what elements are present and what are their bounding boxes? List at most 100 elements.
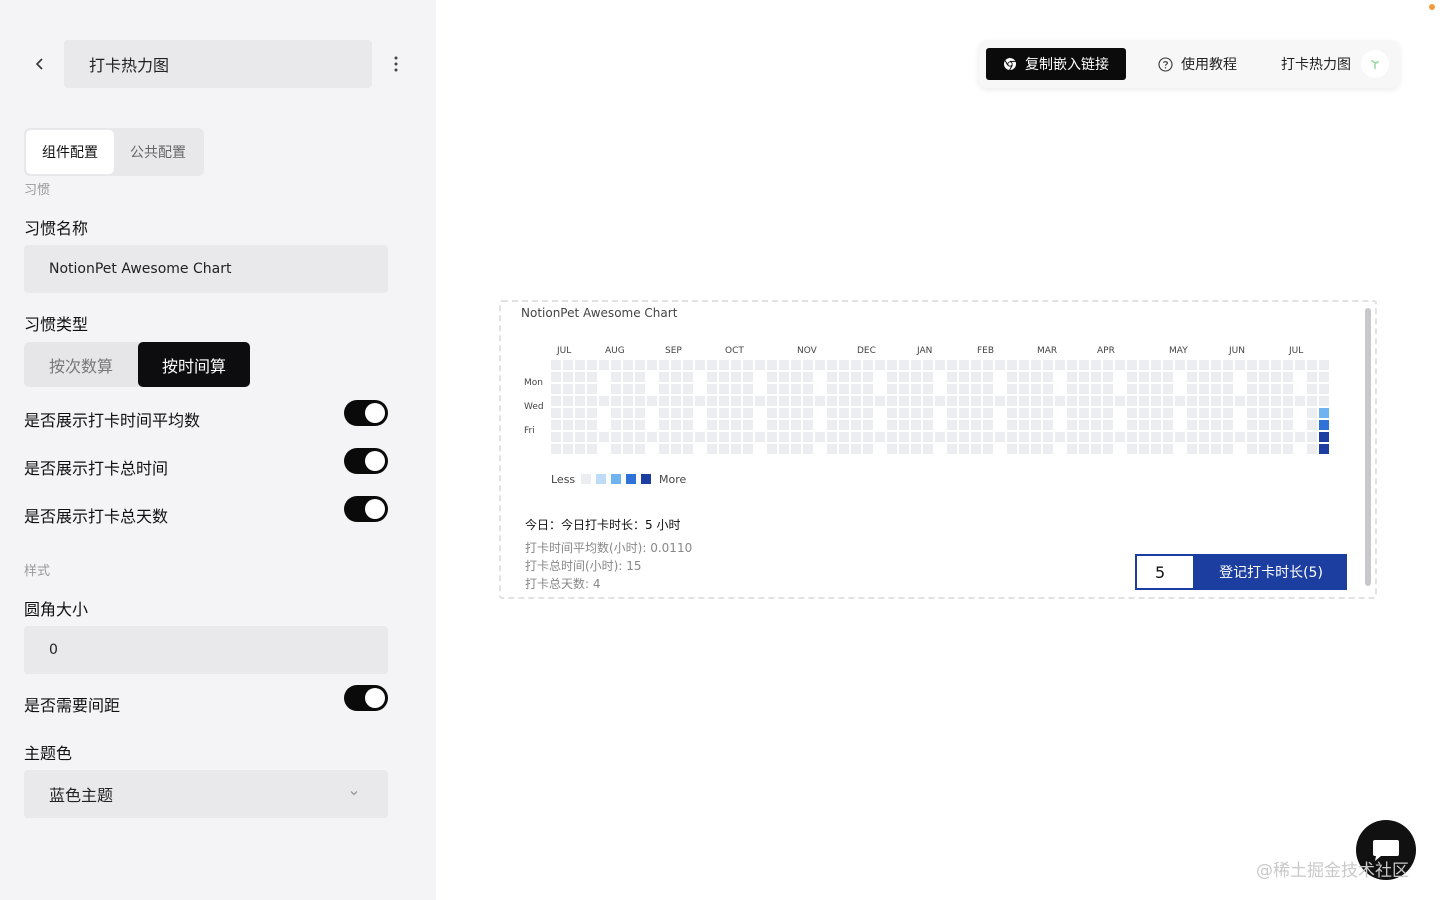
heatmap-cell[interactable] [947, 396, 957, 406]
heatmap-cell[interactable] [1019, 372, 1029, 382]
heatmap-cell[interactable] [719, 384, 729, 394]
heatmap-cell[interactable] [1103, 432, 1113, 442]
toggle-days-switch[interactable] [344, 496, 388, 522]
heatmap-cell[interactable] [863, 396, 873, 406]
heatmap-cell[interactable] [1031, 444, 1041, 454]
heatmap-cell[interactable] [611, 444, 621, 454]
heatmap-cell[interactable] [1103, 384, 1113, 394]
heatmap-cell[interactable] [1271, 360, 1281, 370]
heatmap-cell[interactable] [803, 432, 813, 442]
heatmap-cell[interactable] [791, 432, 801, 442]
heatmap-cell[interactable] [635, 396, 645, 406]
heatmap-cell[interactable] [767, 408, 777, 418]
heatmap-cell[interactable] [911, 384, 921, 394]
heatmap-cell[interactable] [1139, 360, 1149, 370]
heatmap-cell[interactable] [731, 420, 741, 430]
heatmap-cell[interactable] [815, 432, 825, 442]
heatmap-cell[interactable] [1091, 360, 1101, 370]
heatmap-cell[interactable] [1319, 372, 1329, 382]
heatmap-cell[interactable] [719, 444, 729, 454]
heatmap-cell[interactable] [1019, 396, 1029, 406]
heatmap-cell[interactable] [791, 360, 801, 370]
heatmap-cell[interactable] [719, 408, 729, 418]
heatmap-cell[interactable] [779, 420, 789, 430]
heatmap-cell[interactable] [623, 420, 633, 430]
heatmap-cell[interactable] [767, 432, 777, 442]
heatmap-cell[interactable] [899, 432, 909, 442]
toggle-avg-switch[interactable] [344, 400, 388, 426]
heatmap-cell[interactable] [947, 432, 957, 442]
heatmap-cell[interactable] [575, 444, 585, 454]
heatmap-cell[interactable] [1235, 432, 1245, 442]
heatmap-cell[interactable] [1007, 384, 1017, 394]
radius-input[interactable]: 0 [24, 626, 388, 674]
heatmap-cell[interactable] [1139, 372, 1149, 382]
heatmap-cell[interactable] [1151, 432, 1161, 442]
heatmap-cell[interactable] [563, 384, 573, 394]
heatmap-cell[interactable] [803, 396, 813, 406]
heatmap-cell[interactable] [1151, 420, 1161, 430]
heatmap-cell[interactable] [731, 408, 741, 418]
heatmap-cell[interactable] [995, 432, 1005, 442]
heatmap-cell[interactable] [1235, 360, 1245, 370]
heatmap-cell[interactable] [671, 444, 681, 454]
heatmap-cell[interactable] [551, 396, 561, 406]
heatmap-cell[interactable] [1319, 432, 1329, 442]
heatmap-cell[interactable] [1199, 384, 1209, 394]
heatmap-cell[interactable] [1163, 432, 1173, 442]
heatmap-cell[interactable] [1163, 420, 1173, 430]
heatmap-cell[interactable] [719, 432, 729, 442]
heatmap-cell[interactable] [1307, 396, 1317, 406]
heatmap-cell[interactable] [563, 360, 573, 370]
heatmap-cell[interactable] [923, 408, 933, 418]
heatmap-cell[interactable] [947, 408, 957, 418]
heatmap-cell[interactable] [983, 360, 993, 370]
heatmap-cell[interactable] [803, 384, 813, 394]
heatmap-cell[interactable] [971, 384, 981, 394]
heatmap-cell[interactable] [899, 444, 909, 454]
heatmap-cell[interactable] [635, 432, 645, 442]
heatmap-cell[interactable] [1199, 360, 1209, 370]
heatmap-cell[interactable] [1223, 372, 1233, 382]
heatmap-cell[interactable] [671, 360, 681, 370]
heatmap-cell[interactable] [851, 432, 861, 442]
heatmap-cell[interactable] [1091, 372, 1101, 382]
heatmap-cell[interactable] [827, 372, 837, 382]
heatmap-cell[interactable] [587, 444, 597, 454]
heatmap-cell[interactable] [635, 408, 645, 418]
heatmap-cell[interactable] [1187, 372, 1197, 382]
heatmap-cell[interactable] [779, 396, 789, 406]
heatmap-cell[interactable] [959, 360, 969, 370]
heatmap-cell[interactable] [731, 396, 741, 406]
heatmap-cell[interactable] [875, 396, 885, 406]
heatmap-cell[interactable] [935, 396, 945, 406]
heatmap-cell[interactable] [1079, 360, 1089, 370]
heatmap-cell[interactable] [1211, 360, 1221, 370]
heatmap-cell[interactable] [1319, 444, 1329, 454]
heatmap-cell[interactable] [1151, 384, 1161, 394]
heatmap-cell[interactable] [659, 444, 669, 454]
heatmap-cell[interactable] [863, 444, 873, 454]
heatmap-cell[interactable] [827, 408, 837, 418]
heatmap-cell[interactable] [623, 384, 633, 394]
heatmap-cell[interactable] [1127, 396, 1137, 406]
heatmap-cell[interactable] [1127, 384, 1137, 394]
heatmap-cell[interactable] [779, 360, 789, 370]
heatmap-cell[interactable] [767, 372, 777, 382]
heatmap-cell[interactable] [683, 372, 693, 382]
heatmap-cell[interactable] [1247, 432, 1257, 442]
heatmap-cell[interactable] [803, 444, 813, 454]
heatmap-cell[interactable] [743, 372, 753, 382]
heatmap-cell[interactable] [1151, 396, 1161, 406]
heatmap-cell[interactable] [1211, 420, 1221, 430]
heatmap-cell[interactable] [1211, 444, 1221, 454]
heatmap-cell[interactable] [1247, 444, 1257, 454]
heatmap-cell[interactable] [1307, 444, 1317, 454]
heatmap-cell[interactable] [719, 372, 729, 382]
heatmap-cell[interactable] [1259, 396, 1269, 406]
heatmap-cell[interactable] [743, 408, 753, 418]
heatmap-cell[interactable] [887, 384, 897, 394]
heatmap-cell[interactable] [1103, 396, 1113, 406]
tab-component-config[interactable]: 组件配置 [26, 130, 114, 174]
heatmap-cell[interactable] [623, 360, 633, 370]
